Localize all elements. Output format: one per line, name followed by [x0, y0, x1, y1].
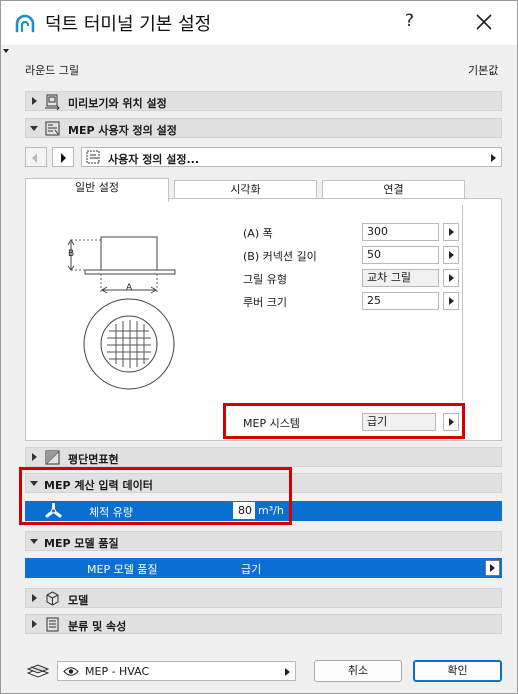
dim-label-a: A [126, 283, 133, 293]
chevron-right-icon [491, 154, 496, 162]
dialog-window: 덕트 터미널 기본 설정 ? 라운드 그릴 기본값 미리보기와 위치 설정 ME… [0, 0, 518, 694]
custom-settings-icon [86, 150, 100, 164]
model-quality-value: 급기 [241, 563, 262, 576]
param-label-grille-type: 그릴 유형 [243, 273, 287, 286]
expand-arrow-icon[interactable] [32, 620, 37, 628]
param-connection-length-button[interactable] [443, 246, 459, 264]
next-button[interactable] [52, 147, 74, 167]
classification-list-icon [46, 617, 59, 632]
mep-custom-icon [45, 121, 60, 136]
expand-arrow-icon[interactable] [32, 594, 37, 602]
expand-arrow-icon[interactable] [32, 453, 37, 461]
divider [462, 205, 463, 401]
section-label: 미리보기와 위치 설정 [68, 97, 167, 110]
section-floor-plan[interactable]: 평단면표현 [25, 447, 502, 467]
dialog-title: 덕트 터미널 기본 설정 [45, 14, 212, 35]
param-width-button[interactable] [443, 223, 459, 241]
section-label: MEP 모델 품질 [44, 537, 119, 550]
model-quality-label: MEP 모델 품질 [87, 563, 158, 576]
param-label-connection-length: (B) 커넥션 길이 [243, 250, 317, 263]
model-quality-row[interactable]: MEP 모델 품질 급기 [25, 558, 502, 578]
section-label: MEP 사용자 정의 설정 [68, 124, 177, 137]
param-label-louver-size: 루버 크기 [243, 296, 287, 309]
param-grille-type-select[interactable]: 교차 그릴 [362, 269, 439, 287]
prev-button[interactable] [25, 147, 47, 167]
collapse-corner-icon[interactable] [3, 49, 9, 53]
param-width-input[interactable]: 300 [362, 223, 439, 241]
section-label: 평단면표현 [68, 453, 119, 466]
section-classification[interactable]: 분류 및 속성 [25, 614, 502, 634]
section-label: 분류 및 속성 [68, 620, 127, 633]
tab-visualization[interactable]: 시각화 [174, 180, 317, 200]
section-model[interactable]: 모델 [25, 588, 502, 608]
section-mep-custom[interactable]: MEP 사용자 정의 설정 [25, 118, 502, 138]
help-button[interactable]: ? [405, 11, 414, 31]
model-quality-button[interactable] [485, 560, 500, 576]
highlight-box-calc-data [19, 467, 292, 525]
param-connection-length-input[interactable]: 50 [362, 246, 439, 264]
model-cube-icon [46, 591, 59, 606]
eye-icon [63, 667, 79, 676]
section-mep-model-quality[interactable]: MEP 모델 품질 [25, 531, 502, 551]
custom-settings-combo[interactable]: 사용자 정의 설정... [81, 147, 502, 167]
expand-arrow-icon[interactable] [32, 97, 37, 105]
app-logo-icon [14, 12, 36, 34]
tab-general[interactable]: 일반 설정 [25, 178, 169, 202]
param-label-width: (A) 폭 [243, 227, 273, 240]
close-icon[interactable] [474, 12, 494, 32]
param-louver-size-button[interactable] [443, 292, 459, 310]
preview-icon [45, 94, 60, 110]
floor-plan-icon [45, 450, 60, 465]
param-louver-size-input[interactable]: 25 [362, 292, 439, 310]
layer-combo-value: MEP - HVAC [85, 665, 150, 678]
highlight-box-mep-system [223, 403, 465, 439]
layer-combo[interactable]: MEP - HVAC [57, 661, 296, 681]
layer-stack-icon [26, 664, 50, 678]
grille-diagram [67, 236, 176, 390]
combo-value: 사용자 정의 설정... [108, 153, 200, 166]
collapse-arrow-icon[interactable] [30, 126, 38, 131]
title-bar: 덕트 터미널 기본 설정 ? [1, 1, 517, 45]
tab-connection[interactable]: 연결 [322, 180, 465, 200]
dim-label-b: B [68, 249, 75, 259]
param-grille-type-button[interactable] [443, 269, 459, 287]
element-name-label: 라운드 그릴 [25, 64, 80, 77]
cancel-button[interactable]: 취소 [314, 660, 402, 682]
section-label: 모델 [68, 594, 89, 607]
default-label: 기본값 [468, 64, 499, 77]
section-preview[interactable]: 미리보기와 위치 설정 [25, 91, 502, 111]
chevron-right-icon [285, 668, 290, 676]
collapse-arrow-icon[interactable] [30, 539, 38, 544]
ok-button[interactable]: 확인 [413, 660, 502, 682]
